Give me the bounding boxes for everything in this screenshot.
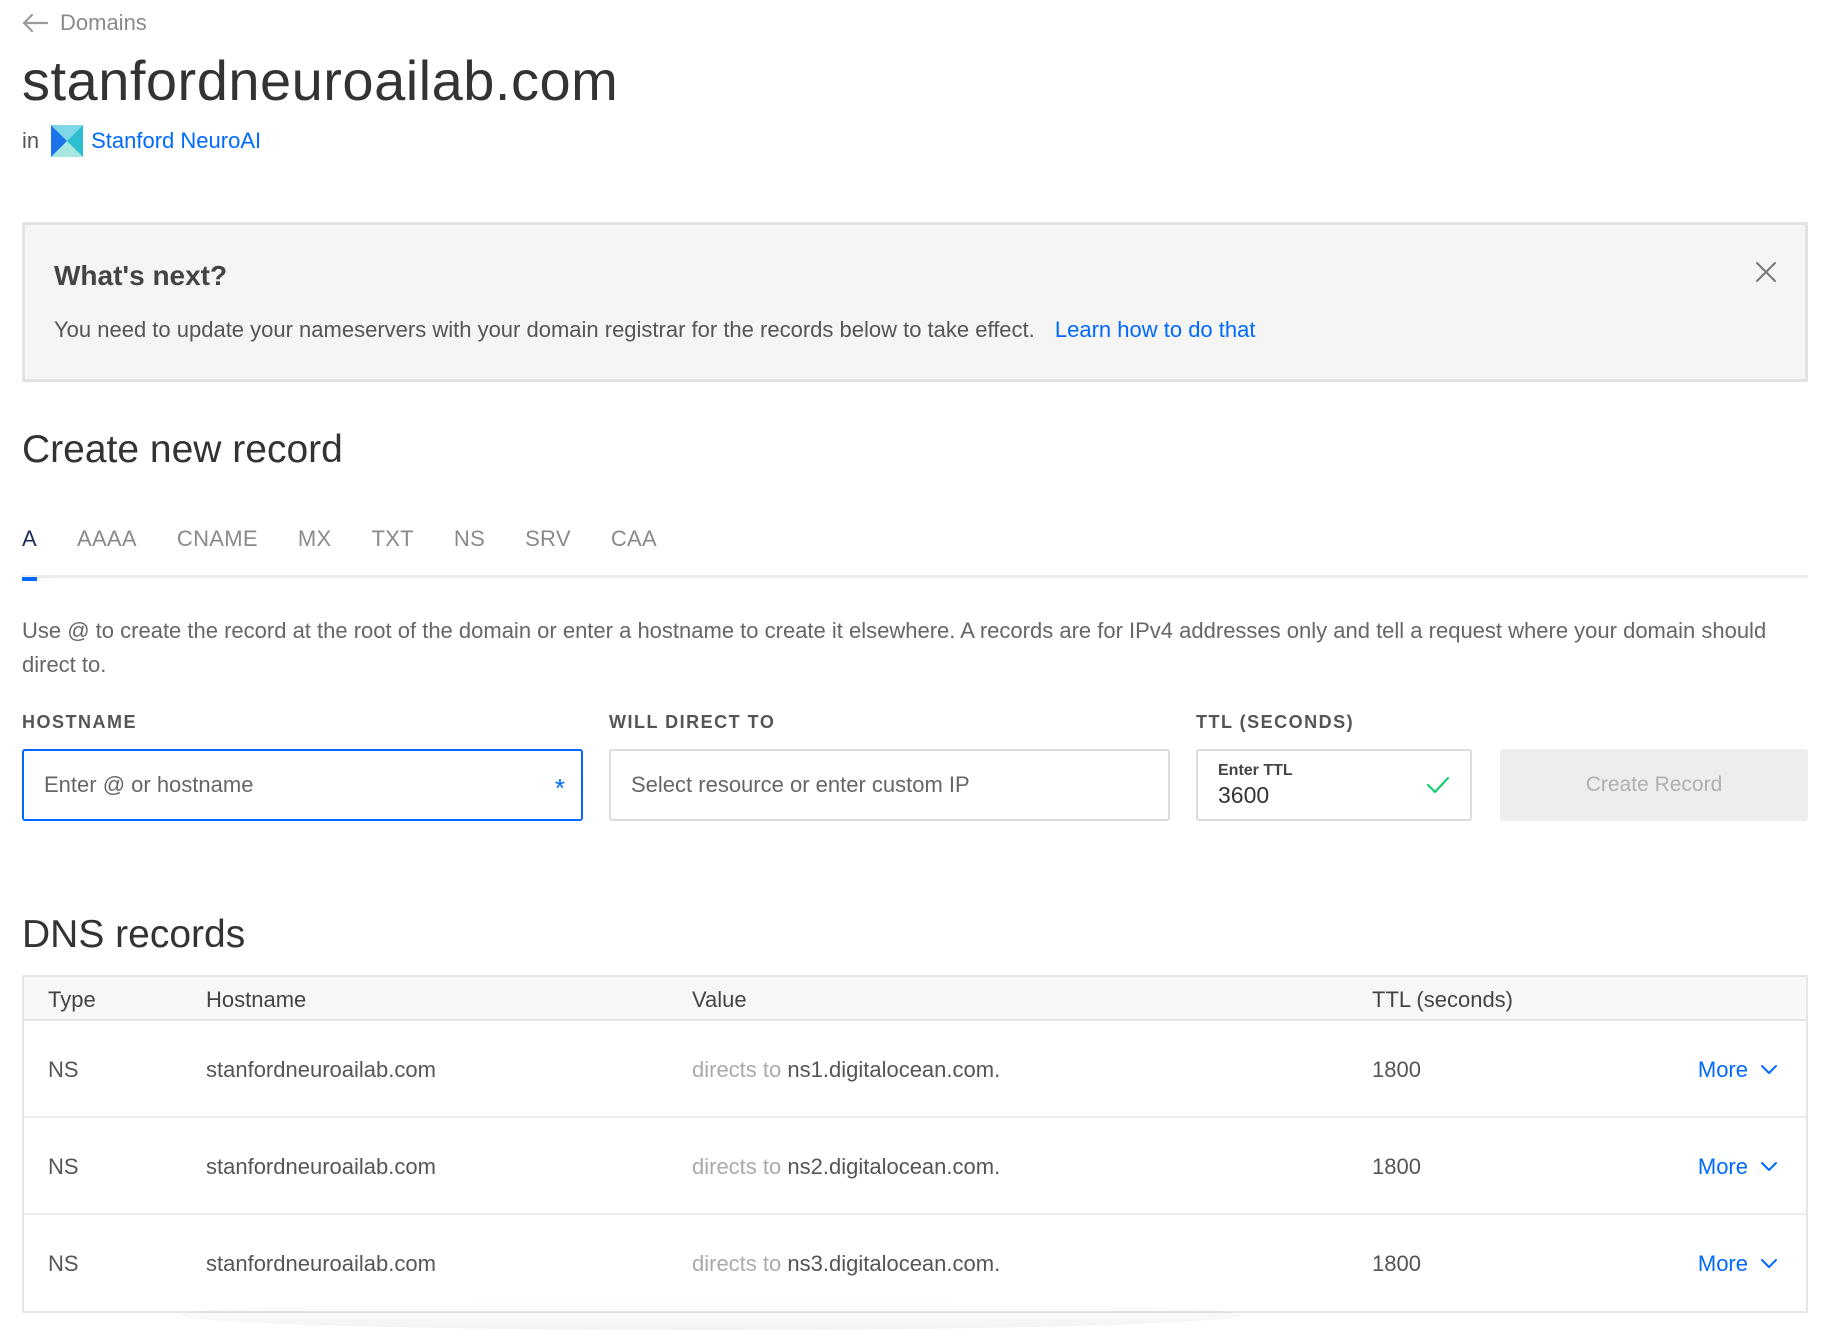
tab-ns[interactable]: NS: [454, 520, 485, 578]
header-type: Type: [48, 987, 96, 1012]
more-button[interactable]: More: [1698, 1251, 1778, 1277]
directs-to-label: directs to: [692, 1057, 782, 1082]
record-type: NS: [48, 1154, 79, 1179]
header-ttl: TTL (seconds): [1372, 987, 1514, 1012]
table-row: NS stanfordneuroailab.com directs to ns1…: [24, 1021, 1806, 1118]
table-row: NS stanfordneuroailab.com directs to ns3…: [24, 1215, 1806, 1312]
more-button[interactable]: More: [1698, 1057, 1778, 1083]
required-mark: *: [554, 773, 565, 803]
record-hostname: stanfordneuroailab.com: [206, 1057, 436, 1082]
team-in-label: in: [22, 128, 40, 153]
nameserver-alert: What's next? You need to update your nam…: [22, 222, 1808, 382]
dns-records-table: Type Hostname Value TTL (seconds) NS sta…: [22, 975, 1808, 1313]
ttl-input-label: Enter TTL: [1218, 761, 1293, 779]
record-hostname: stanfordneuroailab.com: [206, 1154, 436, 1179]
record-value: directs to ns1.digitalocean.com.: [692, 1057, 1000, 1083]
tab-srv[interactable]: SRV: [525, 520, 571, 578]
record-value: directs to ns3.digitalocean.com.: [692, 1251, 1000, 1277]
record-type: NS: [48, 1057, 79, 1082]
create-record-title: Create new record: [22, 428, 343, 471]
tab-mx[interactable]: MX: [298, 520, 332, 578]
more-label: More: [1697, 1057, 1748, 1082]
record-help-text: Use @ to create the record at the root o…: [22, 618, 1767, 677]
more-button[interactable]: More: [1698, 1154, 1778, 1180]
dns-records-title: DNS records: [22, 913, 246, 956]
tab-a[interactable]: A: [22, 520, 37, 581]
breadcrumb[interactable]: Domains: [22, 8, 147, 38]
direct-to-label: WILL DIRECT TO: [609, 712, 776, 732]
record-target: ns1.digitalocean.com.: [787, 1057, 1001, 1082]
close-icon[interactable]: [1753, 259, 1779, 285]
chevron-down-icon: [1761, 1162, 1777, 1171]
team-logo-icon: [51, 125, 84, 157]
directs-to-label: directs to: [692, 1251, 782, 1276]
chevron-down-icon: [1761, 1065, 1777, 1074]
record-target: ns2.digitalocean.com.: [787, 1154, 1001, 1179]
alert-text: You need to update your nameservers with…: [54, 317, 1255, 343]
record-hostname: stanfordneuroailab.com: [206, 1251, 436, 1276]
table-row: NS stanfordneuroailab.com directs to ns2…: [24, 1118, 1806, 1215]
table-header: Type Hostname Value TTL (seconds): [24, 977, 1806, 1021]
direct-to-input[interactable]: Select resource or enter custom IP: [609, 749, 1170, 821]
ttl-input-value: 3600: [1218, 781, 1270, 808]
team-link[interactable]: Stanford NeuroAI: [91, 128, 261, 154]
record-ttl: 1800: [1372, 1057, 1421, 1082]
alert-message: You need to update your nameservers with…: [54, 317, 1035, 342]
record-type-tabs: A AAAA CNAME MX TXT NS SRV CAA: [22, 520, 1808, 581]
scroll-shadow: [180, 1300, 1240, 1330]
more-label: More: [1697, 1251, 1748, 1276]
direct-to-placeholder: Select resource or enter custom IP: [631, 772, 970, 797]
record-ttl: 1800: [1372, 1251, 1421, 1276]
breadcrumb-domains-link[interactable]: Domains: [60, 10, 147, 36]
tab-cname[interactable]: CNAME: [177, 520, 258, 578]
directs-to-label: directs to: [692, 1154, 782, 1179]
hostname-input[interactable]: Enter @ or hostname *: [22, 749, 583, 821]
team-line: in Stanford NeuroAI: [22, 125, 261, 157]
ttl-input[interactable]: Enter TTL 3600: [1196, 749, 1472, 821]
tab-txt[interactable]: TXT: [371, 520, 413, 578]
record-value: directs to ns2.digitalocean.com.: [692, 1154, 1000, 1180]
chevron-down-icon: [1761, 1259, 1777, 1268]
create-record-button[interactable]: Create Record: [1500, 749, 1808, 821]
header-hostname: Hostname: [206, 987, 307, 1012]
record-type: NS: [48, 1251, 79, 1276]
hostname-label: HOSTNAME: [22, 712, 137, 732]
tab-caa[interactable]: CAA: [611, 520, 657, 578]
learn-how-link[interactable]: Learn how to do that: [1055, 317, 1256, 342]
record-ttl: 1800: [1372, 1154, 1421, 1179]
arrow-left-icon: [22, 13, 48, 33]
alert-title: What's next?: [54, 260, 228, 291]
header-value: Value: [692, 987, 747, 1012]
record-target: ns3.digitalocean.com.: [787, 1251, 1001, 1276]
check-icon: [1426, 776, 1450, 794]
more-label: More: [1697, 1154, 1748, 1179]
tab-aaaa[interactable]: AAAA: [77, 520, 137, 578]
hostname-placeholder: Enter @ or hostname: [44, 772, 254, 797]
ttl-label: TTL (SECONDS): [1196, 712, 1355, 732]
page-title: stanfordneuroailab.com: [22, 49, 619, 112]
